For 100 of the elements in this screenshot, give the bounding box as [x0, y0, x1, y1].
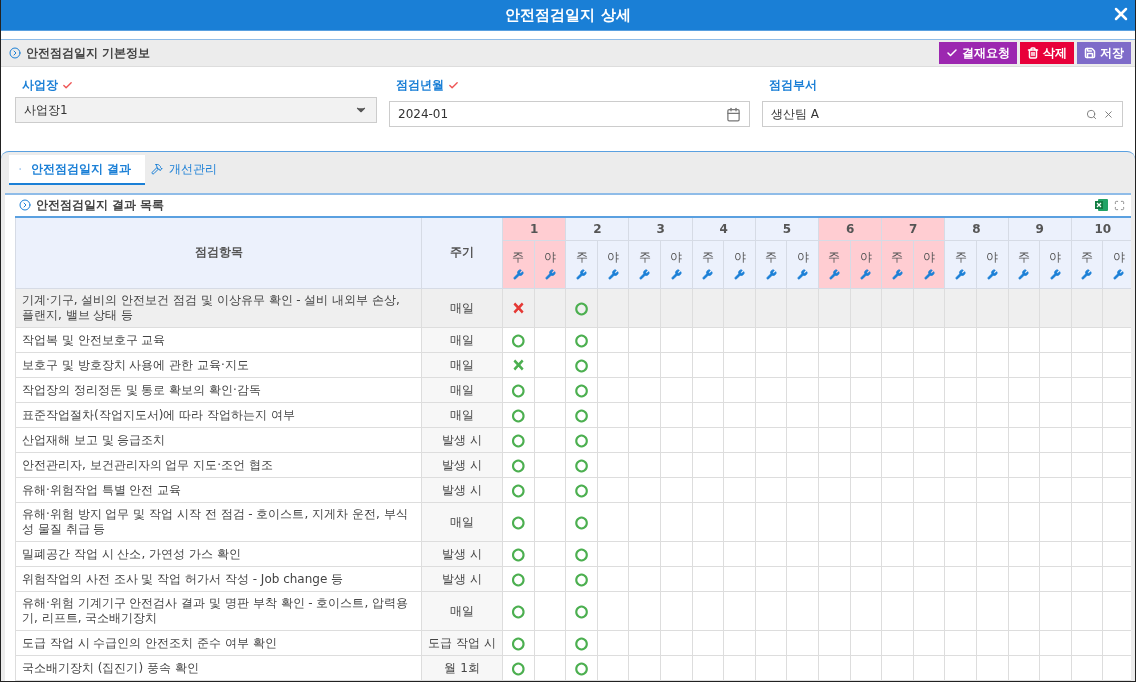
- day-header: 9: [1008, 216, 1072, 241]
- window-title: 안전점검일지 상세: [505, 5, 631, 25]
- list-title: 안전점검일지 결과 목록: [36, 196, 166, 214]
- wrench-icon[interactable]: [986, 269, 998, 280]
- shift-label: 주: [1080, 249, 1093, 266]
- inspection-item-cell: 표준작업절차(작업지도서)에 따라 작업하는지 여부: [15, 402, 422, 428]
- result-mark[interactable]: ○: [575, 602, 589, 620]
- field-label: 점검년월: [389, 77, 750, 94]
- trash-icon: [1027, 47, 1039, 59]
- cycle-cell: 발생 시: [421, 566, 503, 592]
- cycle-cell: 매일: [421, 402, 503, 428]
- wrench-icon[interactable]: [765, 269, 777, 280]
- wrench-icon[interactable]: [670, 269, 682, 280]
- save-button[interactable]: 저장: [1077, 42, 1131, 64]
- day-header: 2: [565, 216, 629, 241]
- inspection-item-cell: 밀폐공간 작업 시 산소, 가연성 가스 확인: [15, 541, 422, 567]
- inspection-item-cell: 유해·위험 기계기구 안전검사 결과 및 명판 부착 확인 - 호이스트, 압력용기, 리프트, 국소배기장치: [15, 591, 422, 631]
- day-header: 10: [1071, 216, 1131, 241]
- cycle-cell: 발생 시: [421, 541, 503, 567]
- result-mark[interactable]: ×: [512, 299, 525, 317]
- section-icon: [19, 199, 31, 212]
- cycle-cell: 매일: [421, 288, 503, 328]
- shift-label: 야: [923, 249, 936, 266]
- column-header: 주기: [421, 216, 503, 289]
- wrench-icon[interactable]: [797, 269, 809, 280]
- inspection-item-cell: 작업장의 정리정돈 및 통로 확보의 확인·감독: [15, 377, 422, 403]
- select-field[interactable]: 사업장1: [15, 97, 377, 123]
- wrench-icon[interactable]: [734, 269, 745, 280]
- inspection-item-cell: 보호구 및 방호장치 사용에 관한 교육·지도: [15, 352, 422, 378]
- wrench-icon[interactable]: [702, 269, 714, 280]
- day-header: 5: [755, 216, 819, 241]
- cycle-cell: 도급 작업 시: [421, 630, 503, 656]
- shift-label: 주: [891, 249, 904, 266]
- check-icon: [946, 47, 958, 59]
- delete-button[interactable]: 삭제: [1020, 42, 1074, 64]
- cycle-cell: 매일: [421, 502, 503, 542]
- wrench-icon[interactable]: [923, 269, 935, 280]
- shift-label: 야: [1112, 249, 1125, 266]
- field-label: 사업장: [15, 77, 377, 94]
- section-title: 안전점검일지 기본정보: [26, 44, 152, 62]
- inspection-item-cell: 기계·기구, 설비의 안전보건 점검 및 이상유무 확인 - 설비 내외부 손상, 플랜지, 밸브 상태 등: [15, 288, 422, 328]
- inspection-item-cell: 작업복 및 안전보호구 교육: [15, 327, 422, 353]
- shift-label: 야: [607, 249, 620, 266]
- clear-icon[interactable]: [1103, 108, 1114, 120]
- shift-label: 주: [638, 249, 651, 266]
- cycle-cell: 발생 시: [421, 427, 503, 453]
- date-field[interactable]: 2024-01: [389, 101, 750, 127]
- result-mark[interactable]: ○: [511, 513, 525, 531]
- shift-label: 주: [575, 249, 588, 266]
- inspection-item-cell: 유해·위험작업 특별 안전 교육: [15, 477, 422, 503]
- wrench-icon[interactable]: [1081, 269, 1093, 280]
- wrench-icon[interactable]: [828, 269, 840, 280]
- tab[interactable]: 안전점검일지 결과: [9, 155, 146, 185]
- shift-label: 주: [828, 249, 841, 266]
- wrench-icon[interactable]: [544, 269, 556, 280]
- wrench-icon[interactable]: [1018, 269, 1030, 280]
- inspection-item-cell: 산업재해 보고 및 응급조치: [15, 427, 422, 453]
- column-header: 점검항목: [15, 216, 422, 289]
- section-icon: [9, 47, 21, 59]
- day-header: 4: [692, 216, 756, 241]
- shift-label: 주: [765, 249, 778, 266]
- shift-label: 주: [701, 249, 714, 266]
- shift-label: 야: [1049, 249, 1062, 266]
- result-mark[interactable]: ○: [575, 299, 589, 317]
- cycle-cell: 월 1회: [421, 655, 503, 681]
- wrench-icon[interactable]: [1049, 269, 1061, 280]
- tab[interactable]: 개선관리: [145, 155, 232, 185]
- shift-label: 야: [859, 249, 872, 266]
- shift-label: 주: [1017, 249, 1030, 266]
- inspection-item-cell: 도급 작업 시 수급인의 안전조치 준수 여부 확인: [15, 630, 422, 656]
- cycle-cell: 발생 시: [421, 477, 503, 503]
- wrench-icon[interactable]: [512, 269, 524, 280]
- cycle-cell: 매일: [421, 591, 503, 631]
- shift-label: 야: [733, 249, 746, 266]
- search-icon[interactable]: [1086, 108, 1097, 120]
- wrench-icon[interactable]: [607, 269, 619, 280]
- day-header: 1: [502, 216, 566, 241]
- result-mark[interactable]: ○: [575, 513, 589, 531]
- wrench-icon[interactable]: [1113, 269, 1125, 280]
- day-header: 6: [818, 216, 882, 241]
- approve-button[interactable]: 결재요청: [939, 42, 1017, 64]
- inspection-item-cell: 유해·위험 방지 업무 및 작업 시작 전 점검 - 호이스트, 지게차 운전, 부식성 물질 취급 등: [15, 502, 422, 542]
- inspection-item-cell: 안전관리자, 보건관리자의 업무 지도·조언 협조: [15, 452, 422, 478]
- tools-icon: [151, 163, 164, 175]
- day-header: 8: [944, 216, 1008, 241]
- wrench-icon[interactable]: [955, 269, 967, 280]
- fullscreen-icon[interactable]: [1114, 199, 1125, 211]
- wrench-icon[interactable]: [891, 269, 903, 280]
- wrench-icon[interactable]: [576, 269, 588, 280]
- result-mark[interactable]: ○: [511, 602, 525, 620]
- shift-label: 야: [796, 249, 809, 266]
- wrench-icon[interactable]: [639, 269, 651, 280]
- inspection-item-cell: 국소배기장치 (집진기) 풍속 확인: [15, 655, 422, 681]
- shift-label: 야: [986, 249, 999, 266]
- excel-icon[interactable]: [1095, 199, 1108, 212]
- lookup-field[interactable]: 생산팀 A: [762, 101, 1123, 127]
- field-label: 점검부서: [768, 77, 818, 94]
- wrench-icon[interactable]: [860, 269, 872, 280]
- calendar-icon[interactable]: [726, 106, 741, 122]
- cycle-cell: 발생 시: [421, 452, 503, 478]
